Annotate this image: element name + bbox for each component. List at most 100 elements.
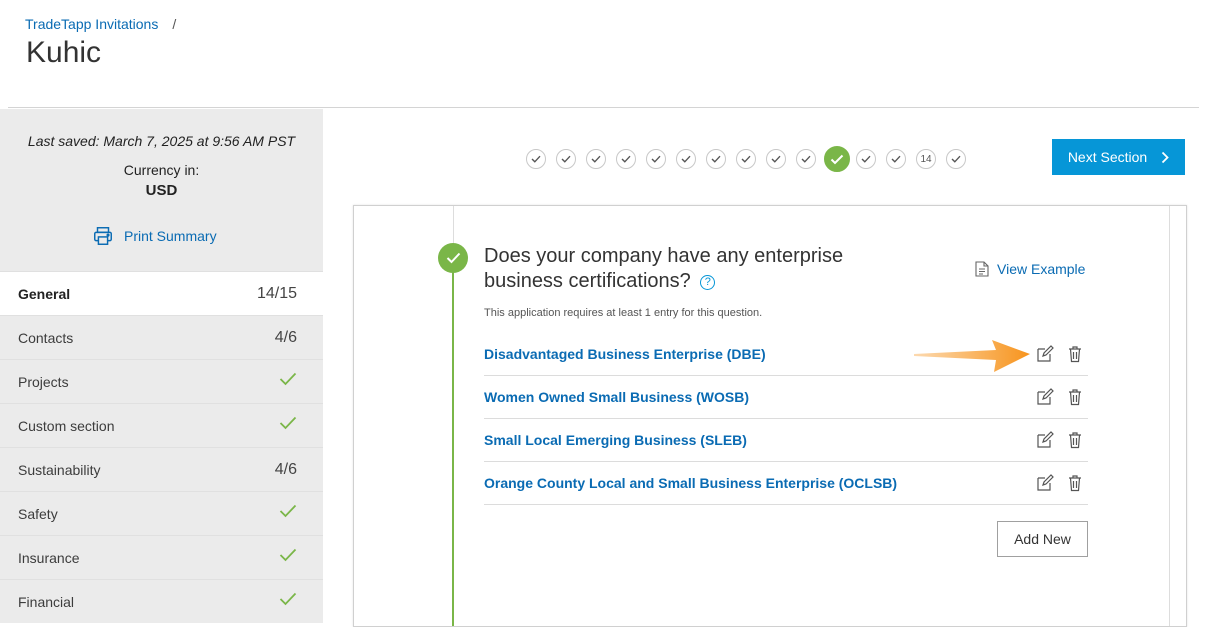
section-nav: General 14/15 Contacts 4/6 Projects Custom se… (0, 271, 323, 623)
trash-icon[interactable] (1066, 388, 1084, 406)
help-icon[interactable]: ? (700, 275, 716, 290)
check-icon (801, 155, 811, 163)
sidebar-item-status (279, 548, 297, 567)
check-icon (279, 416, 297, 430)
sidebar-item-status (279, 504, 297, 523)
currency-value: USD (145, 182, 178, 199)
trash-icon[interactable] (1066, 474, 1084, 492)
sidebar-item-label: Contacts (18, 329, 74, 346)
entry-actions (1036, 474, 1088, 492)
page-header: TradeTapp Invitations / Kuhic (0, 0, 1215, 108)
check-icon (651, 155, 661, 163)
entry-name[interactable]: Small Local Emerging Business (SLEB) (484, 432, 747, 448)
print-summary-label: Print Summary (124, 228, 217, 244)
progress-step[interactable] (526, 149, 546, 169)
edit-icon[interactable] (1036, 388, 1054, 406)
sidebar-item[interactable]: Custom section (0, 403, 323, 447)
entry-name[interactable]: Women Owned Small Business (WOSB) (484, 389, 749, 405)
summary-panel: Last saved: March 7, 2025 at 9:56 AM PST… (0, 109, 323, 271)
check-icon (741, 155, 751, 163)
view-example-link[interactable]: View Example (975, 261, 1085, 277)
question-card: Does your company have any enterprise bu… (353, 205, 1187, 627)
sidebar-item-status (279, 592, 297, 611)
sidebar-item[interactable]: Safety (0, 491, 323, 535)
sidebar-item-label: Financial (18, 593, 75, 610)
progress-step[interactable] (676, 149, 696, 169)
trash-icon[interactable] (1066, 345, 1084, 363)
trash-icon[interactable] (1066, 431, 1084, 449)
sidebar-item-label: Custom section (18, 417, 115, 434)
check-icon (711, 155, 721, 163)
next-section-button[interactable]: Next Section (1052, 139, 1185, 175)
check-icon (830, 154, 844, 164)
check-icon (891, 155, 901, 163)
question-text: Does your company have any enterprise bu… (484, 245, 844, 292)
sidebar-item[interactable]: Insurance (0, 535, 323, 579)
sidebar-item-count: 4/6 (274, 328, 297, 346)
progress-step[interactable] (556, 149, 576, 169)
edit-icon[interactable] (1036, 474, 1054, 492)
progress-step[interactable] (616, 149, 636, 169)
sidebar: Last saved: March 7, 2025 at 9:56 AM PST… (0, 109, 323, 623)
check-icon (279, 504, 297, 518)
entry-row: Orange County Local and Small Business E… (484, 462, 1088, 505)
progress-step-number[interactable]: 14 (916, 149, 936, 169)
entry-name[interactable]: Orange County Local and Small Business E… (484, 475, 897, 491)
sidebar-item-count: 4/6 (274, 460, 297, 478)
add-new-button[interactable]: Add New (997, 521, 1088, 557)
check-icon (561, 155, 571, 163)
breadcrumb-separator: / (172, 16, 177, 32)
sidebar-item[interactable]: Sustainability 4/6 (0, 447, 323, 491)
sidebar-item[interactable]: Contacts 4/6 (0, 315, 323, 359)
requirement-note: This application requires at least 1 ent… (484, 307, 763, 319)
progress-step[interactable] (736, 149, 756, 169)
check-icon (279, 548, 297, 562)
check-icon (279, 372, 297, 386)
header-divider (8, 107, 1199, 108)
check-icon (681, 155, 691, 163)
check-icon (591, 155, 601, 163)
sidebar-item-status (279, 372, 297, 391)
question-complete-icon (438, 243, 468, 273)
entry-actions (1036, 345, 1088, 363)
print-summary-button[interactable]: Print Summary (92, 225, 217, 247)
sidebar-item-label: Sustainability (18, 461, 101, 478)
progress-step[interactable] (706, 149, 726, 169)
sidebar-item[interactable]: General 14/15 (0, 271, 323, 315)
check-icon (861, 155, 871, 163)
sidebar-item[interactable]: Projects (0, 359, 323, 403)
breadcrumb-link[interactable]: TradeTapp Invitations (25, 16, 158, 32)
printer-icon (94, 227, 112, 245)
sidebar-item-label: General (18, 285, 71, 302)
progress-step[interactable] (946, 149, 966, 169)
progress-step-current[interactable] (824, 146, 850, 172)
entry-actions (1036, 431, 1088, 449)
progress-step[interactable] (646, 149, 666, 169)
edit-icon[interactable] (1036, 345, 1054, 363)
sidebar-item-label: Safety (18, 505, 58, 522)
progress-step[interactable] (766, 149, 786, 169)
check-icon (279, 592, 297, 606)
entry-row: Small Local Emerging Business (SLEB) (484, 419, 1088, 462)
progress-step[interactable] (796, 149, 816, 169)
document-icon (975, 261, 989, 277)
progress-step[interactable] (886, 149, 906, 169)
question-title: Does your company have any enterprise bu… (484, 244, 904, 294)
check-icon (531, 155, 541, 163)
page-title: Kuhic (26, 36, 102, 69)
progress-step[interactable] (586, 149, 606, 169)
timeline-progress-line (452, 256, 454, 626)
edit-icon[interactable] (1036, 431, 1054, 449)
check-icon (771, 155, 781, 163)
entry-name[interactable]: Disadvantaged Business Enterprise (DBE) (484, 346, 766, 362)
check-icon (621, 155, 631, 163)
card-divider (1169, 206, 1170, 626)
sidebar-item[interactable]: Financial (0, 579, 323, 623)
sidebar-item-count: 14/15 (256, 284, 297, 302)
entry-actions (1036, 388, 1088, 406)
next-section-label: Next Section (1067, 149, 1148, 165)
check-icon (951, 155, 961, 163)
annotation-arrow-icon (914, 340, 1030, 372)
progress-step[interactable] (856, 149, 876, 169)
sidebar-item-label: Insurance (18, 549, 80, 566)
